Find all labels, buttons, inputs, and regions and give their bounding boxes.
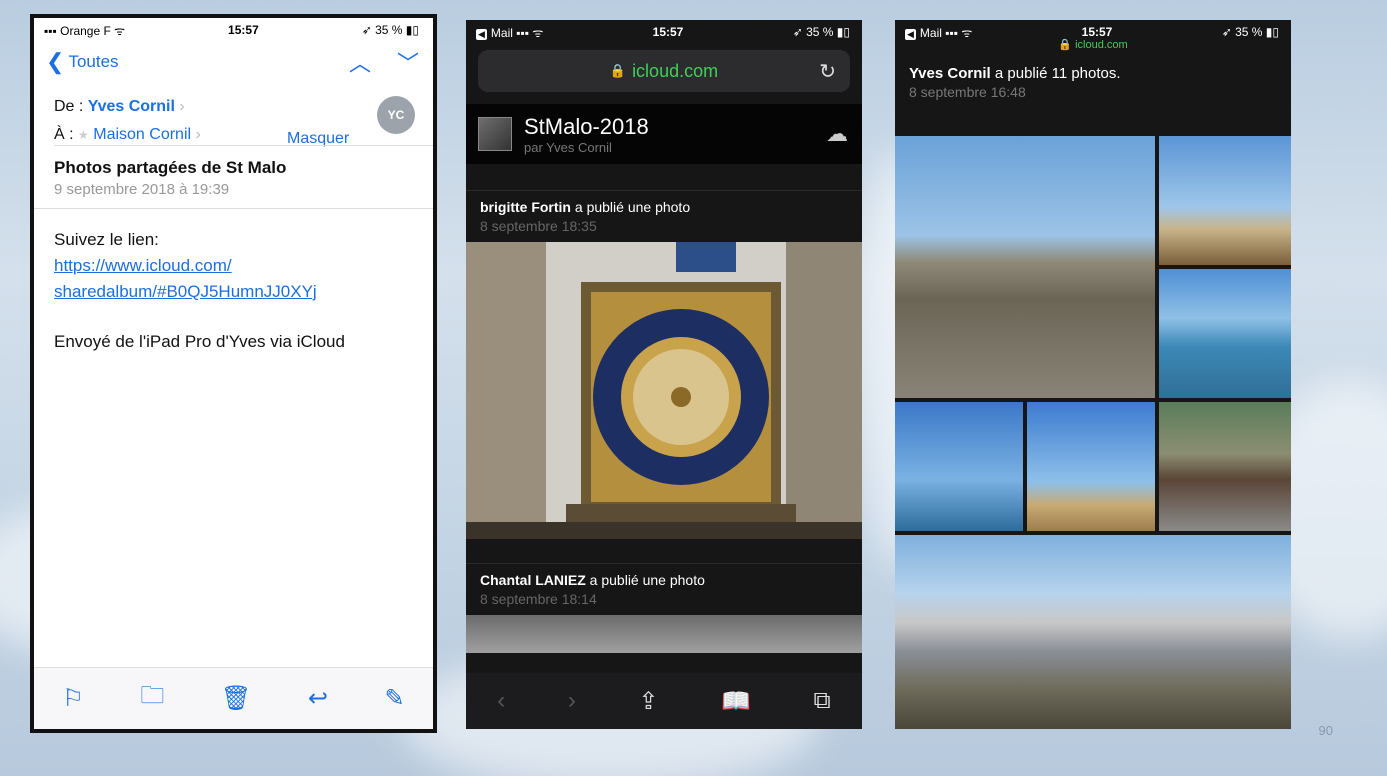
- trash-icon[interactable]: 🗑: [221, 684, 251, 713]
- chevron-up-icon[interactable]: ︿: [349, 46, 371, 78]
- safari-phone-screen: ◀ Mail ▪▪▪ ᯤ 15:57 ➶ 35 % ▮▯ 🔒 icloud.com…: [466, 20, 862, 729]
- address-bar[interactable]: 🔒 icloud.com ↻: [478, 50, 850, 92]
- sender-name[interactable]: Yves Cornil: [88, 98, 175, 115]
- reload-icon[interactable]: ↻: [819, 59, 836, 84]
- photo-tile[interactable]: [895, 535, 1291, 729]
- back-arrow-icon[interactable]: ‹: [497, 687, 505, 715]
- compose-icon[interactable]: ✎: [385, 684, 405, 713]
- star-icon: ★: [78, 128, 89, 142]
- share-icon[interactable]: ⇪: [638, 687, 658, 716]
- flag-icon[interactable]: ⚐: [62, 684, 84, 713]
- post-item: Chantal LANIEZ a publié une photo 8 sept…: [466, 563, 862, 653]
- back-label: Toutes: [68, 52, 119, 71]
- back-to-mail[interactable]: ◀ Mail ▪▪▪ ᯤ: [905, 24, 972, 41]
- mail-phone-screen: ▪▪▪ Orange F ᯤ 15:57 ➶ 35 % ▮▯ ❮ Toutes …: [30, 14, 437, 733]
- photo-tile[interactable]: [1159, 269, 1291, 398]
- photo-tile[interactable]: [895, 136, 1155, 398]
- recipient-name[interactable]: Maison Cornil: [93, 126, 191, 143]
- tabs-icon[interactable]: ⧉: [814, 687, 831, 715]
- clock-photo[interactable]: [466, 242, 862, 539]
- chevron-right-icon: ›: [195, 126, 201, 143]
- shared-album-link[interactable]: https://www.icloud.com/ sharedalbum/#B0Q…: [54, 253, 413, 305]
- battery-label: ➶ 35 % ▮▯: [1221, 25, 1279, 39]
- chevron-right-icon: ›: [179, 98, 185, 115]
- body-intro: Suivez le lien:: [54, 230, 159, 249]
- mail-toolbar: ⚐ 🗀 🗑 ↩ ✎: [34, 667, 433, 729]
- album-thumbnail: [478, 117, 512, 151]
- album-phone-screen: ◀ Mail ▪▪▪ ᯤ 15:57 ➶ 35 % ▮▯ 🔒 icloud.com…: [895, 20, 1291, 729]
- post-date: 8 septembre 18:35: [480, 218, 597, 234]
- safari-toolbar: ‹ › ⇪ 📖 ⧉: [466, 673, 862, 729]
- clock: 15:57: [228, 23, 259, 37]
- cloud-icon[interactable]: ☁: [826, 121, 848, 147]
- message-header: De : Yves Cornil › À : ★ Maison Cornil ›…: [34, 82, 433, 209]
- reply-icon[interactable]: ↩: [308, 684, 328, 713]
- lock-icon: 🔒: [609, 63, 627, 78]
- message-subject: Photos partagées de St Malo: [54, 158, 287, 177]
- photo-tile[interactable]: [1159, 402, 1291, 531]
- clock: 15:57: [1081, 25, 1113, 39]
- bookmarks-icon[interactable]: 📖: [721, 687, 751, 716]
- back-to-mail[interactable]: ◀ Mail ▪▪▪ ᯤ: [476, 24, 543, 41]
- to-row: À : ★ Maison Cornil ›: [54, 126, 201, 143]
- album-subtitle: par Yves Cornil: [524, 139, 612, 155]
- post-date: 8 septembre 16:48: [909, 84, 1026, 100]
- message-date: 9 septembre 2018 à 19:39: [54, 181, 230, 198]
- lock-icon: 🔒: [1058, 39, 1073, 51]
- from-row: De : Yves Cornil ›: [54, 98, 185, 115]
- post-header: Yves Cornil a publié 11 photos. 8 septem…: [895, 51, 1291, 100]
- slide-page-number: 90: [1318, 723, 1333, 738]
- album-title: StMalo-2018: [524, 113, 649, 139]
- avatar[interactable]: YC: [377, 96, 415, 134]
- signature: Envoyé de l'iPad Pro d'Yves via iCloud: [54, 332, 345, 351]
- astronomical-clock-image: [466, 242, 862, 539]
- post-author: Chantal LANIEZ: [480, 572, 586, 588]
- photo-tile[interactable]: [1159, 136, 1291, 265]
- photo-tile[interactable]: [1027, 402, 1155, 531]
- chevron-left-icon: ❮: [46, 49, 65, 74]
- album-header: StMalo-2018 par Yves Cornil ☁: [466, 104, 862, 164]
- url-text: icloud.com: [632, 60, 719, 81]
- status-bar: ◀ Mail ▪▪▪ ᯤ 15:57 ➶ 35 % ▮▯: [466, 20, 862, 44]
- back-button[interactable]: ❮ Toutes: [46, 49, 119, 75]
- post-date: 8 septembre 18:14: [480, 591, 597, 607]
- clock: 15:57: [652, 25, 684, 39]
- forward-arrow-icon[interactable]: ›: [568, 687, 576, 715]
- status-bar: ▪▪▪ Orange F ᯤ 15:57 ➶ 35 % ▮▯: [34, 18, 433, 42]
- carrier-label: ▪▪▪ Orange F ᯤ: [44, 23, 126, 38]
- photo-tile[interactable]: [895, 402, 1023, 531]
- chevron-down-icon[interactable]: ﹀: [397, 46, 419, 78]
- post-author: Yves Cornil: [909, 65, 991, 82]
- folder-icon[interactable]: 🗀: [140, 678, 164, 719]
- battery-label: ➶ 35 % ▮▯: [792, 25, 850, 39]
- post-item: brigitte Fortin a publié une photo 8 sep…: [466, 190, 862, 539]
- post-photo[interactable]: [466, 615, 862, 653]
- message-body: Suivez le lien: https://www.icloud.com/ …: [34, 209, 433, 373]
- divider: [54, 145, 433, 146]
- post-author: brigitte Fortin: [480, 199, 571, 215]
- battery-label: ➶ 35 % ▮▯: [361, 23, 419, 37]
- mail-nav-bar: ❮ Toutes ︿ ﹀: [34, 42, 433, 82]
